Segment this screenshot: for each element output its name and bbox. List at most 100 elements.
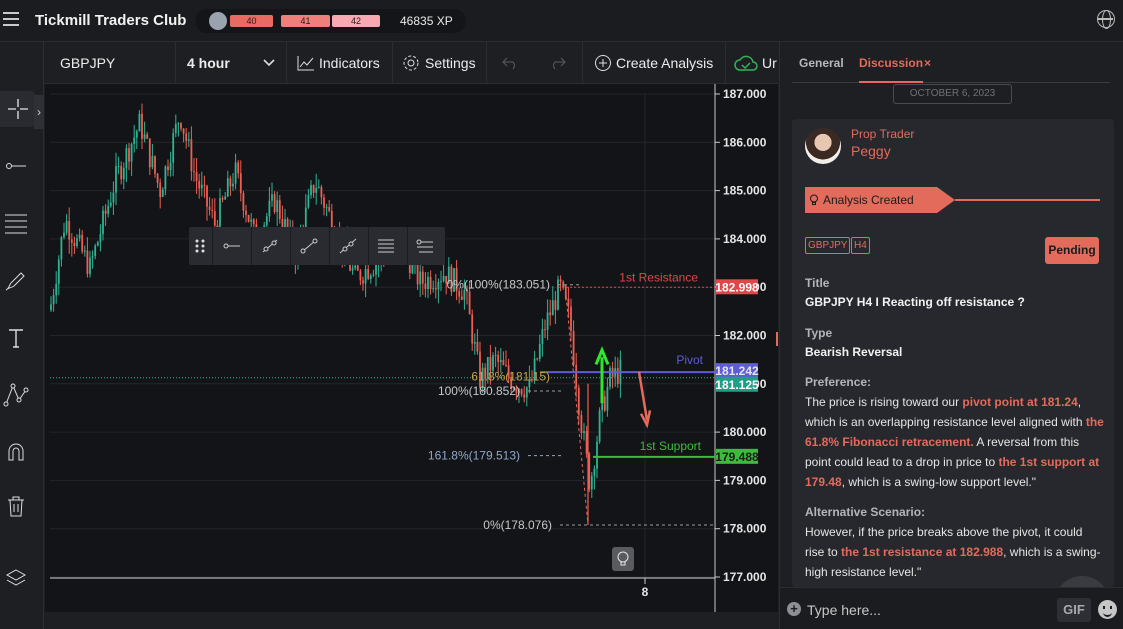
candle-body: [94, 245, 97, 257]
brush-tool-button[interactable]: [0, 263, 32, 299]
create-analysis-button[interactable]: Create Analysis: [616, 42, 713, 84]
text-tool-button[interactable]: [0, 320, 32, 356]
drag-handle-icon[interactable]: [194, 239, 206, 253]
tab-discussion[interactable]: Discussion: [859, 56, 923, 70]
candle-body: [104, 210, 107, 214]
extended-line-icon[interactable]: [339, 238, 357, 254]
candle-body: [554, 300, 557, 310]
y-tick-label: 177.000: [723, 570, 767, 584]
author-name[interactable]: Peggy: [851, 143, 891, 159]
cloud-check-icon[interactable]: [734, 54, 758, 72]
candle-body: [536, 358, 539, 360]
add-attachment-icon[interactable]: +: [787, 602, 801, 616]
menu-icon[interactable]: [3, 12, 19, 28]
redo-icon[interactable]: [548, 56, 566, 70]
expand-tools-button[interactable]: ›: [34, 95, 44, 129]
close-tab-icon[interactable]: ×: [924, 56, 931, 70]
candle-body: [616, 368, 619, 384]
candle-body: [63, 232, 65, 238]
candle-body: [494, 354, 497, 356]
alternative-label: Alternative Scenario:: [805, 505, 926, 519]
candle-body: [52, 295, 55, 305]
idea-button[interactable]: [612, 547, 634, 571]
candle-body: [193, 171, 195, 173]
candle-body: [505, 364, 507, 366]
gif-button[interactable]: GIF: [1057, 598, 1091, 622]
candle-body: [440, 281, 442, 283]
candle-body: [151, 156, 154, 168]
line-tool-button[interactable]: [0, 148, 32, 184]
candle-body: [460, 296, 463, 300]
toolbar-divider: [725, 42, 726, 84]
emoji-icon[interactable]: [1098, 600, 1117, 619]
candle-body: [232, 183, 234, 187]
chevron-down-icon[interactable]: [262, 58, 276, 68]
message-composer: + GIF: [780, 587, 1123, 629]
candle-body: [598, 410, 601, 442]
candle-body: [562, 281, 565, 287]
resistance-price-tag: 182.998: [715, 280, 759, 294]
tab-general[interactable]: General: [799, 56, 844, 70]
candle-body: [499, 360, 502, 362]
candle-body: [172, 133, 175, 163]
avatar[interactable]: [805, 128, 841, 164]
candle-body: [109, 202, 112, 206]
settings-button[interactable]: Settings: [425, 42, 476, 84]
segment-icon[interactable]: [300, 238, 318, 254]
candle-body: [57, 259, 60, 284]
x-tick-label: 8: [642, 585, 649, 599]
candle-body: [206, 185, 208, 207]
candle-body: [372, 274, 375, 276]
fib-retracement-icon[interactable]: [377, 238, 395, 254]
candle-body: [577, 387, 580, 415]
fib-label: 100%(180.852): [438, 384, 520, 398]
gear-icon[interactable]: [402, 54, 420, 72]
horizontal-ray-icon[interactable]: [221, 238, 241, 254]
trend-line-icon[interactable]: [261, 238, 279, 254]
candle-body: [102, 210, 104, 235]
candle-body: [603, 396, 606, 411]
candle-body: [154, 156, 156, 174]
indicators-icon[interactable]: [297, 55, 315, 71]
fib-extension-icon[interactable]: [416, 238, 434, 254]
pattern-tool-button[interactable]: [0, 377, 32, 413]
candle-body: [590, 475, 593, 490]
candle-body: [112, 192, 115, 203]
layers-tool-button[interactable]: [0, 560, 32, 596]
candle-body: [520, 389, 523, 395]
candle-body: [351, 268, 354, 271]
candle-body: [99, 234, 102, 243]
parallel-lines-icon: [5, 214, 27, 234]
candle-body: [143, 134, 146, 139]
indicators-button[interactable]: Indicators: [319, 42, 380, 84]
upload-button[interactable]: Ur: [762, 42, 778, 84]
price-chart[interactable]: 8 1st Resistance Pivot 1st Support 0%(100%(1…: [45, 84, 778, 612]
candle-body: [161, 189, 164, 197]
preference-text: The price is rising toward our pivot poi…: [805, 395, 1104, 489]
candle-body: [55, 283, 58, 296]
app-title: Tickmill Traders Club: [35, 12, 187, 29]
layers-icon: [5, 569, 27, 586]
candle-body: [606, 386, 609, 411]
channel-tool-button[interactable]: [0, 205, 32, 241]
plus-circle-icon[interactable]: [594, 54, 612, 72]
status-badge: Pending: [1045, 237, 1099, 264]
pivot-price-tag: 181.242: [715, 364, 759, 378]
candle-body: [273, 194, 276, 213]
candle-body: [572, 330, 575, 365]
crosshair-tool-button[interactable]: [0, 91, 35, 127]
delete-tool-button[interactable]: [0, 488, 32, 524]
globe-icon[interactable]: [1097, 10, 1115, 29]
toolbar-divider: [286, 42, 287, 84]
lightbulb-icon: [810, 194, 818, 205]
candle-body: [442, 276, 445, 282]
symbol-selector[interactable]: GBPJPY: [60, 42, 115, 84]
y-tick-label: 178.000: [723, 522, 767, 536]
chart-canvas[interactable]: 8 1st Resistance Pivot 1st Support 0%(100%(1…: [45, 84, 778, 612]
timeframe-selector[interactable]: 4 hour: [187, 42, 230, 84]
horizontal-ray-icon: [6, 163, 26, 169]
rank-badge-icon: [209, 12, 227, 30]
message-input[interactable]: [807, 601, 1047, 619]
magnet-tool-button[interactable]: [0, 434, 32, 470]
undo-icon[interactable]: [502, 56, 520, 70]
